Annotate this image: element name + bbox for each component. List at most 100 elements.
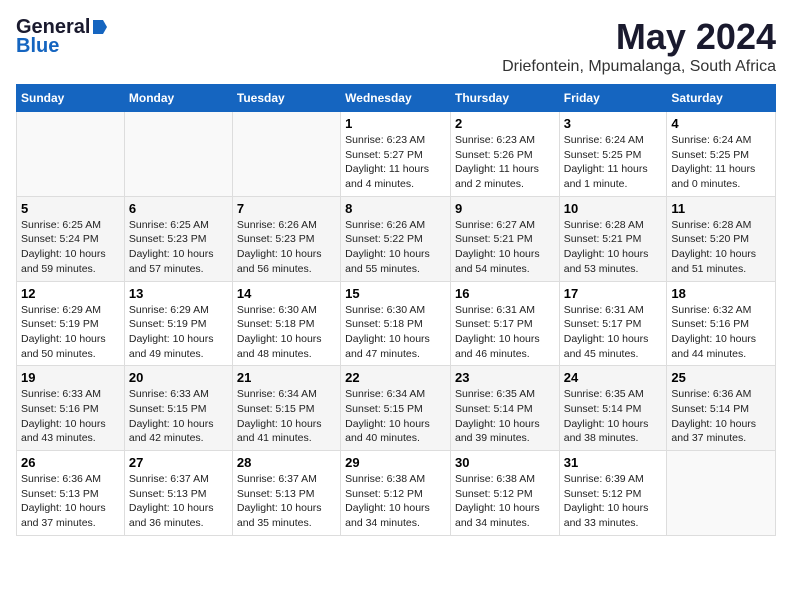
- day-number: 12: [21, 286, 120, 301]
- day-number: 29: [345, 455, 446, 470]
- calendar-cell: 11Sunrise: 6:28 AMSunset: 5:20 PMDayligh…: [667, 196, 776, 281]
- calendar-cell: 30Sunrise: 6:38 AMSunset: 5:12 PMDayligh…: [450, 451, 559, 536]
- calendar-cell: 27Sunrise: 6:37 AMSunset: 5:13 PMDayligh…: [124, 451, 232, 536]
- col-saturday: Saturday: [667, 85, 776, 112]
- day-info: Sunrise: 6:34 AMSunset: 5:15 PMDaylight:…: [237, 387, 336, 446]
- day-info: Sunrise: 6:36 AMSunset: 5:13 PMDaylight:…: [21, 472, 120, 531]
- location-title: Driefontein, Mpumalanga, South Africa: [502, 58, 776, 76]
- calendar-cell: 24 Sunrise: 6:35 AMSunset: 5:14 PMDayligh…: [559, 366, 667, 451]
- day-number: 3: [564, 116, 663, 131]
- day-number: 23: [455, 370, 555, 385]
- calendar-cell: 13 Sunrise: 6:29 AMSunset: 5:19 PMDayligh…: [124, 281, 232, 366]
- day-number: 28: [237, 455, 336, 470]
- day-info: Sunrise: 6:38 AMSunset: 5:12 PMDaylight:…: [455, 472, 555, 531]
- day-number: 15: [345, 286, 446, 301]
- day-number: 2: [455, 116, 555, 131]
- calendar-cell: 23 Sunrise: 6:35 AMSunset: 5:14 PMDayligh…: [450, 366, 559, 451]
- calendar-header-row: Sunday Monday Tuesday Wednesday Thursday…: [17, 85, 776, 112]
- calendar-cell: [667, 451, 776, 536]
- day-number: 13: [129, 286, 228, 301]
- day-info: Sunrise: 6:30 AMSunset: 5:18 PMDaylight:…: [345, 303, 446, 362]
- title-section: May 2024 Driefontein, Mpumalanga, South …: [502, 16, 776, 76]
- calendar-cell: [124, 112, 232, 197]
- day-info: Sunrise: 6:36 AMSunset: 5:14 PMDaylight:…: [671, 387, 771, 446]
- day-number: 1: [345, 116, 446, 131]
- calendar-week-row: 26 Sunrise: 6:36 AMSunset: 5:13 PMDayligh…: [17, 451, 776, 536]
- day-number: 10: [564, 201, 663, 216]
- col-thursday: Thursday: [450, 85, 559, 112]
- day-info: Sunrise: 6:31 AMSunset: 5:17 PMDaylight:…: [455, 303, 555, 362]
- day-number: 4: [671, 116, 771, 131]
- calendar-cell: 8Sunrise: 6:26 AMSunset: 5:22 PMDaylight…: [341, 196, 451, 281]
- calendar-cell: 9Sunrise: 6:27 AMSunset: 5:21 PMDaylight…: [450, 196, 559, 281]
- day-number: 7: [237, 201, 336, 216]
- col-monday: Monday: [124, 85, 232, 112]
- calendar-cell: 12 Sunrise: 6:29 AMSunset: 5:19 PMDayligh…: [17, 281, 125, 366]
- day-number: 9: [455, 201, 555, 216]
- day-info: Sunrise: 6:24 AMSunset: 5:25 PMDaylight:…: [564, 133, 663, 192]
- calendar-cell: 14Sunrise: 6:30 AMSunset: 5:18 PMDayligh…: [232, 281, 340, 366]
- calendar-week-row: 12 Sunrise: 6:29 AMSunset: 5:19 PMDayligh…: [17, 281, 776, 366]
- calendar-cell: 1 Sunrise: 6:23 AMSunset: 5:27 PMDaylight…: [341, 112, 451, 197]
- calendar-cell: 3 Sunrise: 6:24 AMSunset: 5:25 PMDaylight…: [559, 112, 667, 197]
- calendar-cell: 19 Sunrise: 6:33 AMSunset: 5:16 PMDayligh…: [17, 366, 125, 451]
- day-number: 14: [237, 286, 336, 301]
- calendar-cell: [232, 112, 340, 197]
- calendar-cell: [17, 112, 125, 197]
- col-wednesday: Wednesday: [341, 85, 451, 112]
- day-number: 26: [21, 455, 120, 470]
- day-info: Sunrise: 6:38 AMSunset: 5:12 PMDaylight:…: [345, 472, 446, 531]
- day-info: Sunrise: 6:31 AMSunset: 5:17 PMDaylight:…: [564, 303, 663, 362]
- day-info: Sunrise: 6:26 AMSunset: 5:22 PMDaylight:…: [345, 218, 446, 277]
- day-number: 16: [455, 286, 555, 301]
- day-number: 21: [237, 370, 336, 385]
- day-info: Sunrise: 6:26 AMSunset: 5:23 PMDaylight:…: [237, 218, 336, 277]
- calendar-cell: 20Sunrise: 6:33 AMSunset: 5:15 PMDayligh…: [124, 366, 232, 451]
- logo-icon: [91, 18, 109, 36]
- calendar-week-row: 1 Sunrise: 6:23 AMSunset: 5:27 PMDaylight…: [17, 112, 776, 197]
- calendar-cell: 22 Sunrise: 6:34 AMSunset: 5:15 PMDayligh…: [341, 366, 451, 451]
- day-info: Sunrise: 6:29 AMSunset: 5:19 PMDaylight:…: [129, 303, 228, 362]
- col-friday: Friday: [559, 85, 667, 112]
- day-number: 24: [564, 370, 663, 385]
- day-info: Sunrise: 6:28 AMSunset: 5:21 PMDaylight:…: [564, 218, 663, 277]
- day-number: 6: [129, 201, 228, 216]
- day-info: Sunrise: 6:23 AMSunset: 5:27 PMDaylight:…: [345, 133, 446, 192]
- calendar-cell: 15 Sunrise: 6:30 AMSunset: 5:18 PMDayligh…: [341, 281, 451, 366]
- calendar-cell: 7 Sunrise: 6:26 AMSunset: 5:23 PMDaylight…: [232, 196, 340, 281]
- day-number: 20: [129, 370, 228, 385]
- day-number: 22: [345, 370, 446, 385]
- logo: General Blue: [16, 16, 109, 58]
- calendar-cell: 25 Sunrise: 6:36 AMSunset: 5:14 PMDayligh…: [667, 366, 776, 451]
- day-info: Sunrise: 6:35 AMSunset: 5:14 PMDaylight:…: [455, 387, 555, 446]
- day-info: Sunrise: 6:34 AMSunset: 5:15 PMDaylight:…: [345, 387, 446, 446]
- calendar-cell: 17 Sunrise: 6:31 AMSunset: 5:17 PMDayligh…: [559, 281, 667, 366]
- day-info: Sunrise: 6:25 AMSunset: 5:23 PMDaylight:…: [129, 218, 228, 277]
- calendar-table: Sunday Monday Tuesday Wednesday Thursday…: [16, 84, 776, 536]
- day-info: Sunrise: 6:35 AMSunset: 5:14 PMDaylight:…: [564, 387, 663, 446]
- day-number: 17: [564, 286, 663, 301]
- day-number: 27: [129, 455, 228, 470]
- calendar-week-row: 19 Sunrise: 6:33 AMSunset: 5:16 PMDayligh…: [17, 366, 776, 451]
- day-info: Sunrise: 6:25 AMSunset: 5:24 PMDaylight:…: [21, 218, 120, 277]
- day-info: Sunrise: 6:37 AMSunset: 5:13 PMDaylight:…: [237, 472, 336, 531]
- day-number: 19: [21, 370, 120, 385]
- day-info: Sunrise: 6:24 AMSunset: 5:25 PMDaylight:…: [671, 133, 771, 192]
- day-number: 31: [564, 455, 663, 470]
- day-number: 25: [671, 370, 771, 385]
- day-number: 5: [21, 201, 120, 216]
- day-info: Sunrise: 6:33 AMSunset: 5:16 PMDaylight:…: [21, 387, 120, 446]
- calendar-cell: 10 Sunrise: 6:28 AMSunset: 5:21 PMDayligh…: [559, 196, 667, 281]
- calendar-cell: 31 Sunrise: 6:39 AMSunset: 5:12 PMDayligh…: [559, 451, 667, 536]
- day-info: Sunrise: 6:32 AMSunset: 5:16 PMDaylight:…: [671, 303, 771, 362]
- calendar-cell: 16 Sunrise: 6:31 AMSunset: 5:17 PMDayligh…: [450, 281, 559, 366]
- calendar-cell: 29 Sunrise: 6:38 AMSunset: 5:12 PMDayligh…: [341, 451, 451, 536]
- page-header: General Blue May 2024 Driefontein, Mpuma…: [16, 16, 776, 76]
- calendar-cell: 26 Sunrise: 6:36 AMSunset: 5:13 PMDayligh…: [17, 451, 125, 536]
- day-number: 11: [671, 201, 771, 216]
- calendar-cell: 6 Sunrise: 6:25 AMSunset: 5:23 PMDaylight…: [124, 196, 232, 281]
- day-info: Sunrise: 6:39 AMSunset: 5:12 PMDaylight:…: [564, 472, 663, 531]
- calendar-cell: 28 Sunrise: 6:37 AMSunset: 5:13 PMDayligh…: [232, 451, 340, 536]
- day-info: Sunrise: 6:29 AMSunset: 5:19 PMDaylight:…: [21, 303, 120, 362]
- calendar-cell: 5 Sunrise: 6:25 AMSunset: 5:24 PMDaylight…: [17, 196, 125, 281]
